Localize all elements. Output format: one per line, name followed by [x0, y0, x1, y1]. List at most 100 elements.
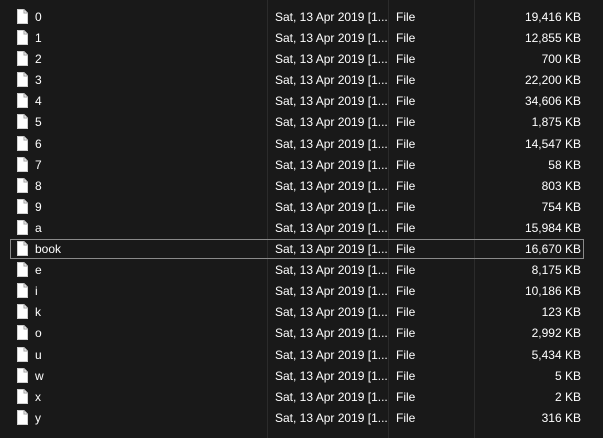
file-name: 5: [35, 115, 42, 130]
file-type: File: [396, 94, 416, 109]
file-size: 754 KB: [541, 199, 581, 214]
file-type: File: [396, 242, 416, 257]
file-size: 34,606 KB: [524, 94, 581, 109]
file-date-modified: Sat, 13 Apr 2019 [1...: [275, 157, 388, 172]
file-name: 6: [35, 136, 42, 151]
file-row[interactable]: book Sat, 13 Apr 2019 [1... File 16,670 KB: [0, 239, 603, 260]
file-date-modified: Sat, 13 Apr 2019 [1...: [275, 178, 388, 193]
file-icon: [17, 241, 28, 257]
file-name: 7: [35, 157, 42, 172]
file-type: File: [396, 157, 416, 172]
file-size: 10,186 KB: [524, 284, 581, 299]
file-icon: [17, 283, 28, 299]
file-name: x: [35, 389, 41, 404]
file-type: File: [396, 178, 416, 193]
file-name: u: [35, 347, 42, 362]
file-date-modified: Sat, 13 Apr 2019 [1...: [275, 305, 388, 320]
file-size: 803 KB: [541, 178, 581, 193]
file-type: File: [396, 389, 416, 404]
file-name: k: [35, 305, 41, 320]
file-icon: [17, 93, 28, 109]
file-type: File: [396, 263, 416, 278]
file-type: File: [396, 136, 416, 151]
file-icon: [17, 219, 28, 235]
file-size: 700 KB: [541, 52, 581, 67]
file-name: o: [35, 326, 42, 341]
file-row[interactable]: w Sat, 13 Apr 2019 [1... File 5 KB: [0, 366, 603, 387]
file-icon: [17, 304, 28, 320]
file-row[interactable]: u Sat, 13 Apr 2019 [1... File 5,434 KB: [0, 345, 603, 366]
file-row[interactable]: i Sat, 13 Apr 2019 [1... File 10,186 KB: [0, 281, 603, 302]
file-name: e: [35, 263, 42, 278]
file-name: 9: [35, 199, 42, 214]
file-row[interactable]: y Sat, 13 Apr 2019 [1... File 316 KB: [0, 408, 603, 429]
file-row[interactable]: o Sat, 13 Apr 2019 [1... File 2,992 KB: [0, 323, 603, 344]
file-date-modified: Sat, 13 Apr 2019 [1...: [275, 10, 388, 24]
file-date-modified: Sat, 13 Apr 2019 [1...: [275, 52, 388, 67]
file-row[interactable]: x Sat, 13 Apr 2019 [1... File 2 KB: [0, 387, 603, 408]
file-row[interactable]: 8 Sat, 13 Apr 2019 [1... File 803 KB: [0, 176, 603, 197]
file-icon: [17, 9, 28, 24]
file-icon: [17, 388, 28, 404]
file-type: File: [396, 10, 416, 24]
file-name: y: [35, 410, 41, 425]
file-icon: [17, 325, 28, 341]
file-size: 12,855 KB: [524, 31, 581, 46]
file-name: 2: [35, 52, 42, 67]
file-date-modified: Sat, 13 Apr 2019 [1...: [275, 389, 388, 404]
file-type: File: [396, 31, 416, 46]
file-name: 4: [35, 94, 42, 109]
file-row[interactable]: 6 Sat, 13 Apr 2019 [1... File 14,547 KB: [0, 134, 603, 155]
file-size: 14,547 KB: [524, 136, 581, 151]
file-row[interactable]: a Sat, 13 Apr 2019 [1... File 15,984 KB: [0, 218, 603, 239]
file-size: 5,434 KB: [531, 347, 581, 362]
file-type: File: [396, 368, 416, 383]
file-list: 0 Sat, 13 Apr 2019 [1... File 19,416 KB 1 Sat…: [0, 7, 603, 429]
file-type: File: [396, 284, 416, 299]
file-row[interactable]: 9 Sat, 13 Apr 2019 [1... File 754 KB: [0, 197, 603, 218]
file-icon: [17, 114, 28, 130]
file-name: 3: [35, 73, 42, 88]
file-type: File: [396, 52, 416, 67]
file-row[interactable]: 7 Sat, 13 Apr 2019 [1... File 58 KB: [0, 155, 603, 176]
file-row[interactable]: e Sat, 13 Apr 2019 [1... File 8,175 KB: [0, 260, 603, 281]
file-name: a: [35, 220, 42, 235]
file-icon: [17, 409, 28, 425]
file-size: 22,200 KB: [524, 73, 581, 88]
file-name: 0: [35, 10, 42, 24]
file-type: File: [396, 410, 416, 425]
file-type: File: [396, 347, 416, 362]
file-row[interactable]: 3 Sat, 13 Apr 2019 [1... File 22,200 KB: [0, 70, 603, 91]
file-row[interactable]: 0 Sat, 13 Apr 2019 [1... File 19,416 KB: [0, 7, 603, 28]
file-row[interactable]: 5 Sat, 13 Apr 2019 [1... File 1,875 KB: [0, 112, 603, 133]
file-date-modified: Sat, 13 Apr 2019 [1...: [275, 94, 388, 109]
file-date-modified: Sat, 13 Apr 2019 [1...: [275, 73, 388, 88]
file-date-modified: Sat, 13 Apr 2019 [1...: [275, 115, 388, 130]
file-name: 8: [35, 178, 42, 193]
file-date-modified: Sat, 13 Apr 2019 [1...: [275, 199, 388, 214]
file-type: File: [396, 326, 416, 341]
file-size: 123 KB: [541, 305, 581, 320]
file-date-modified: Sat, 13 Apr 2019 [1...: [275, 242, 388, 257]
file-type: File: [396, 305, 416, 320]
file-row[interactable]: 1 Sat, 13 Apr 2019 [1... File 12,855 KB: [0, 28, 603, 49]
file-size: 8,175 KB: [531, 263, 581, 278]
file-size: 2,992 KB: [531, 326, 581, 341]
file-name: book: [35, 242, 62, 257]
file-icon: [17, 367, 28, 383]
file-icon: [17, 156, 28, 172]
file-icon: [17, 30, 28, 46]
file-size: 16,670 KB: [524, 242, 581, 257]
file-type: File: [396, 199, 416, 214]
file-size: 316 KB: [541, 410, 581, 425]
file-date-modified: Sat, 13 Apr 2019 [1...: [275, 31, 388, 46]
file-name: i: [35, 284, 38, 299]
file-icon: [17, 262, 28, 278]
file-type: File: [396, 115, 416, 130]
file-size: 19,416 KB: [524, 10, 581, 24]
file-date-modified: Sat, 13 Apr 2019 [1...: [275, 220, 388, 235]
file-date-modified: Sat, 13 Apr 2019 [1...: [275, 410, 388, 425]
file-row[interactable]: k Sat, 13 Apr 2019 [1... File 123 KB: [0, 302, 603, 323]
file-row[interactable]: 2 Sat, 13 Apr 2019 [1... File 700 KB: [0, 49, 603, 70]
file-row[interactable]: 4 Sat, 13 Apr 2019 [1... File 34,606 KB: [0, 91, 603, 112]
